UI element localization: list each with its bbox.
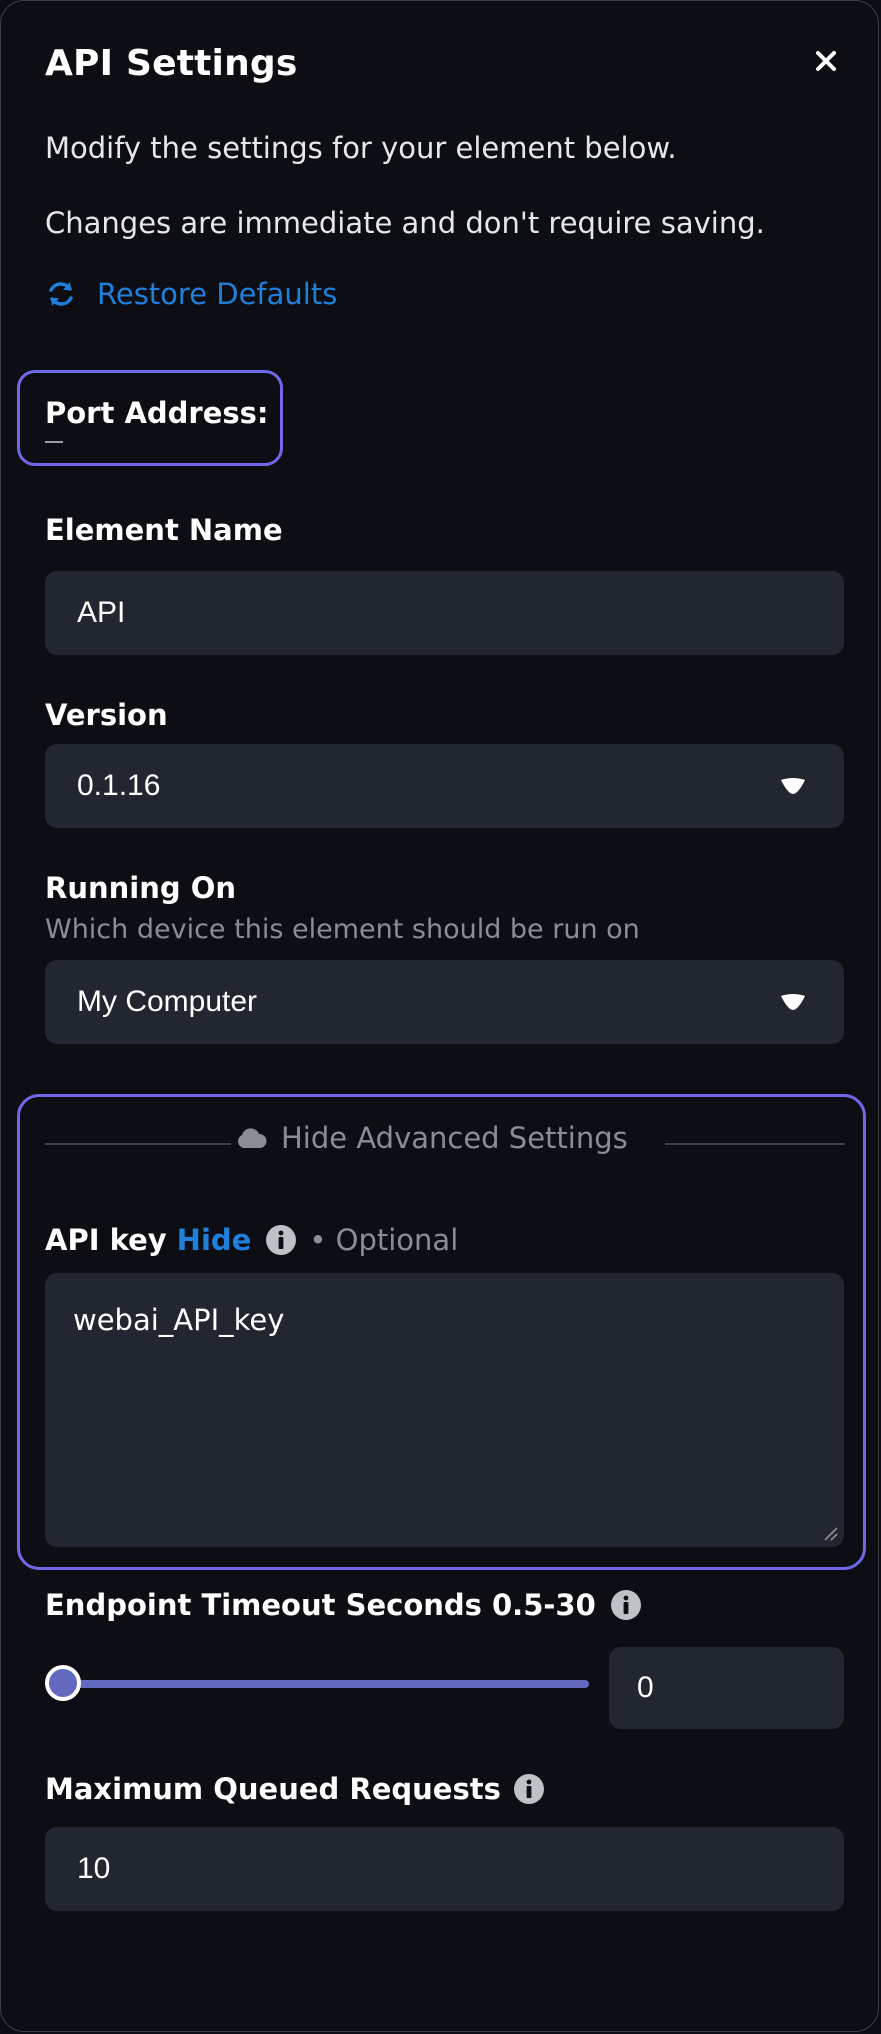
divider	[665, 1143, 845, 1145]
api-settings-panel: API Settings Modify the settings for you…	[0, 0, 879, 2032]
caret-down-icon	[781, 994, 805, 1010]
running-on-help: Which device this element should be run …	[45, 914, 640, 945]
close-icon	[816, 51, 836, 71]
caret-down-icon	[781, 778, 805, 794]
api-key-label-row: API key Hide • Optional	[45, 1223, 458, 1257]
max-queued-requests-input[interactable]: 10	[45, 1827, 844, 1911]
timeout-slider-track[interactable]	[65, 1680, 589, 1688]
port-address-label: Port Address:	[45, 396, 269, 430]
api-key-value: webai_API_key	[73, 1303, 285, 1337]
divider	[45, 1143, 231, 1145]
resize-grip-icon[interactable]	[822, 1525, 838, 1541]
queue-label-row: Maximum Queued Requests	[45, 1772, 545, 1806]
timeout-value: 0	[637, 1671, 654, 1704]
info-icon[interactable]	[513, 1773, 545, 1805]
timeout-label-row: Endpoint Timeout Seconds 0.5-30	[45, 1588, 642, 1622]
version-select[interactable]: 0.1.16	[45, 744, 844, 828]
panel-title: API Settings	[45, 43, 298, 84]
refresh-icon	[49, 282, 73, 306]
info-icon[interactable]	[610, 1589, 642, 1621]
element-name-value: API	[77, 596, 126, 629]
close-button[interactable]	[806, 41, 846, 81]
api-key-label: API key	[45, 1223, 167, 1257]
advanced-toggle-label: Hide Advanced Settings	[281, 1121, 628, 1155]
intro-text-1: Modify the settings for your element bel…	[45, 131, 677, 165]
info-icon[interactable]	[265, 1224, 297, 1256]
timeout-label: Endpoint Timeout Seconds 0.5-30	[45, 1588, 596, 1622]
version-label: Version	[45, 698, 168, 732]
running-on-value: My Computer	[77, 985, 258, 1018]
version-value: 0.1.16	[77, 769, 161, 802]
timeout-slider-thumb[interactable]	[45, 1665, 81, 1701]
element-name-label: Element Name	[45, 513, 283, 547]
cloud-icon	[238, 1128, 267, 1148]
max-queued-requests-value: 10	[77, 1852, 111, 1885]
max-queued-requests-label: Maximum Queued Requests	[45, 1772, 501, 1806]
api-key-optional: • Optional	[309, 1223, 459, 1257]
timeout-input[interactable]: 0	[609, 1647, 844, 1729]
element-name-input[interactable]: API	[45, 571, 844, 655]
intro-text-2: Changes are immediate and don't require …	[45, 206, 765, 240]
running-on-label: Running On	[45, 871, 237, 905]
restore-defaults-link[interactable]: Restore Defaults	[45, 277, 337, 311]
running-on-select[interactable]: My Computer	[45, 960, 844, 1044]
api-key-hide-toggle[interactable]: Hide	[177, 1223, 252, 1257]
restore-defaults-label: Restore Defaults	[97, 277, 338, 311]
hide-advanced-settings-toggle[interactable]: Hide Advanced Settings	[235, 1121, 628, 1155]
api-key-textarea[interactable]: webai_API_key	[45, 1273, 844, 1547]
port-address-value	[45, 441, 63, 443]
